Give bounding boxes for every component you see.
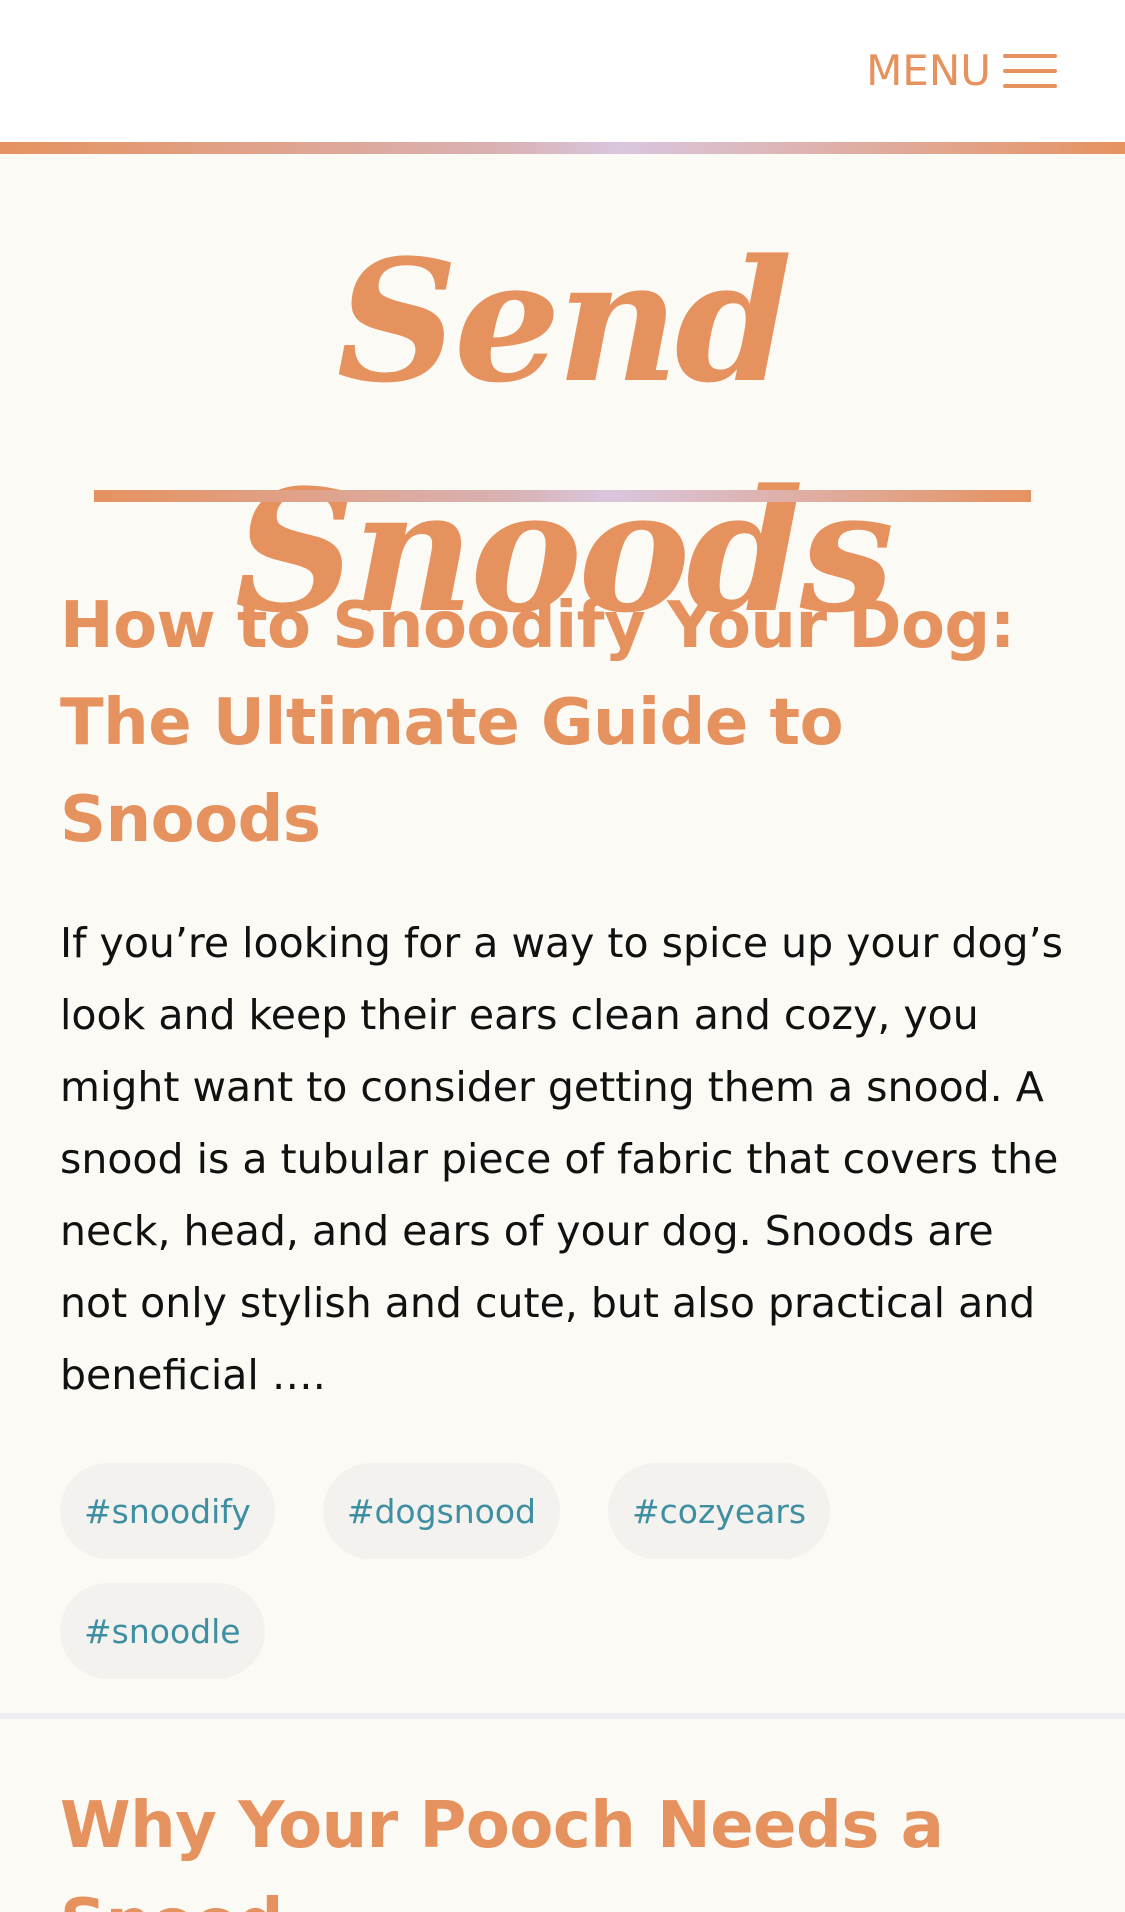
- tag-cozyears[interactable]: #cozyears: [608, 1463, 831, 1559]
- article-divider: [0, 1713, 1125, 1719]
- tag-dogsnood[interactable]: #dogsnood: [322, 1463, 560, 1559]
- page: MENU Send Snoods How to Snoodify Your Do…: [0, 0, 1125, 1912]
- article-excerpt: If you’re looking for a way to spice up …: [60, 919, 1063, 1399]
- next-article-card: Why Your Pooch Needs a Snood: [60, 1778, 1070, 1912]
- site-header: MENU: [0, 0, 1125, 142]
- tag-snoodle[interactable]: #snoodle: [60, 1583, 265, 1679]
- menu-button[interactable]: MENU: [866, 44, 1057, 98]
- next-article-title[interactable]: Why Your Pooch Needs a Snood: [60, 1778, 1070, 1912]
- article-card: How to Snoodify Your Dog: The Ultimate G…: [60, 578, 1070, 1679]
- hamburger-menu-icon: [1003, 54, 1057, 88]
- article-title[interactable]: How to Snoodify Your Dog: The Ultimate G…: [60, 578, 1070, 869]
- menu-label: MENU: [866, 46, 991, 95]
- header-gradient-stripe: [0, 142, 1125, 154]
- hero: Send Snoods: [0, 154, 1125, 650]
- hero-divider: [94, 490, 1031, 502]
- tag-snoodify[interactable]: #snoodify: [60, 1463, 275, 1559]
- tag-list: #snoodify #dogsnood #cozyears #snoodle: [60, 1463, 1020, 1679]
